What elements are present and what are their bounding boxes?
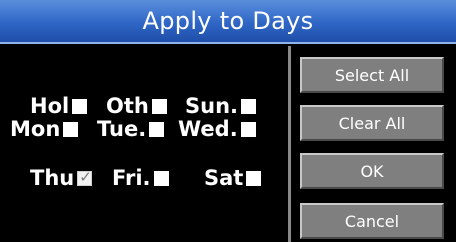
clear-all-button[interactable]: Clear All xyxy=(300,105,444,141)
day-checkbox[interactable] xyxy=(63,121,79,137)
day-label: Tue. xyxy=(97,117,147,141)
apply-to-days-dialog: Apply to Days Hol Oth Sun. Mon Tue. Wed. xyxy=(0,0,456,242)
checkmark-icon: ✓ xyxy=(79,167,92,186)
day-label: Mon xyxy=(10,117,61,141)
day-option-fri[interactable]: Fri. xyxy=(112,165,169,191)
day-option-mon[interactable]: Mon xyxy=(10,116,79,142)
ok-button[interactable]: OK xyxy=(300,153,444,189)
select-all-button[interactable]: Select All xyxy=(300,57,444,93)
day-option-thu[interactable]: Thu ✓ xyxy=(30,165,93,191)
dialog-title: Apply to Days xyxy=(142,7,314,35)
day-label: Fri. xyxy=(112,166,151,190)
dialog-title-bar: Apply to Days xyxy=(0,0,456,44)
day-checkbox[interactable] xyxy=(151,98,167,114)
day-label: Thu xyxy=(30,166,75,190)
day-option-tue[interactable]: Tue. xyxy=(97,116,165,142)
day-checkbox[interactable] xyxy=(241,98,257,114)
day-label: Sat xyxy=(204,166,244,190)
day-label: Wed. xyxy=(178,117,238,141)
day-checkbox[interactable] xyxy=(246,170,262,186)
day-checkbox[interactable] xyxy=(72,98,88,114)
day-checkbox[interactable] xyxy=(240,121,256,137)
action-buttons-panel: Select All Clear All OK Cancel xyxy=(291,46,456,242)
day-option-wed[interactable]: Wed. xyxy=(178,116,256,142)
cancel-button[interactable]: Cancel xyxy=(300,203,444,239)
day-checkbox-checked[interactable]: ✓ xyxy=(77,167,93,186)
day-checkbox[interactable] xyxy=(149,121,165,137)
days-checkbox-panel: Hol Oth Sun. Mon Tue. Wed. Thu ✓ Fri. Sa… xyxy=(0,46,288,242)
day-checkbox[interactable] xyxy=(153,170,169,186)
day-option-sat[interactable]: Sat xyxy=(204,165,262,191)
